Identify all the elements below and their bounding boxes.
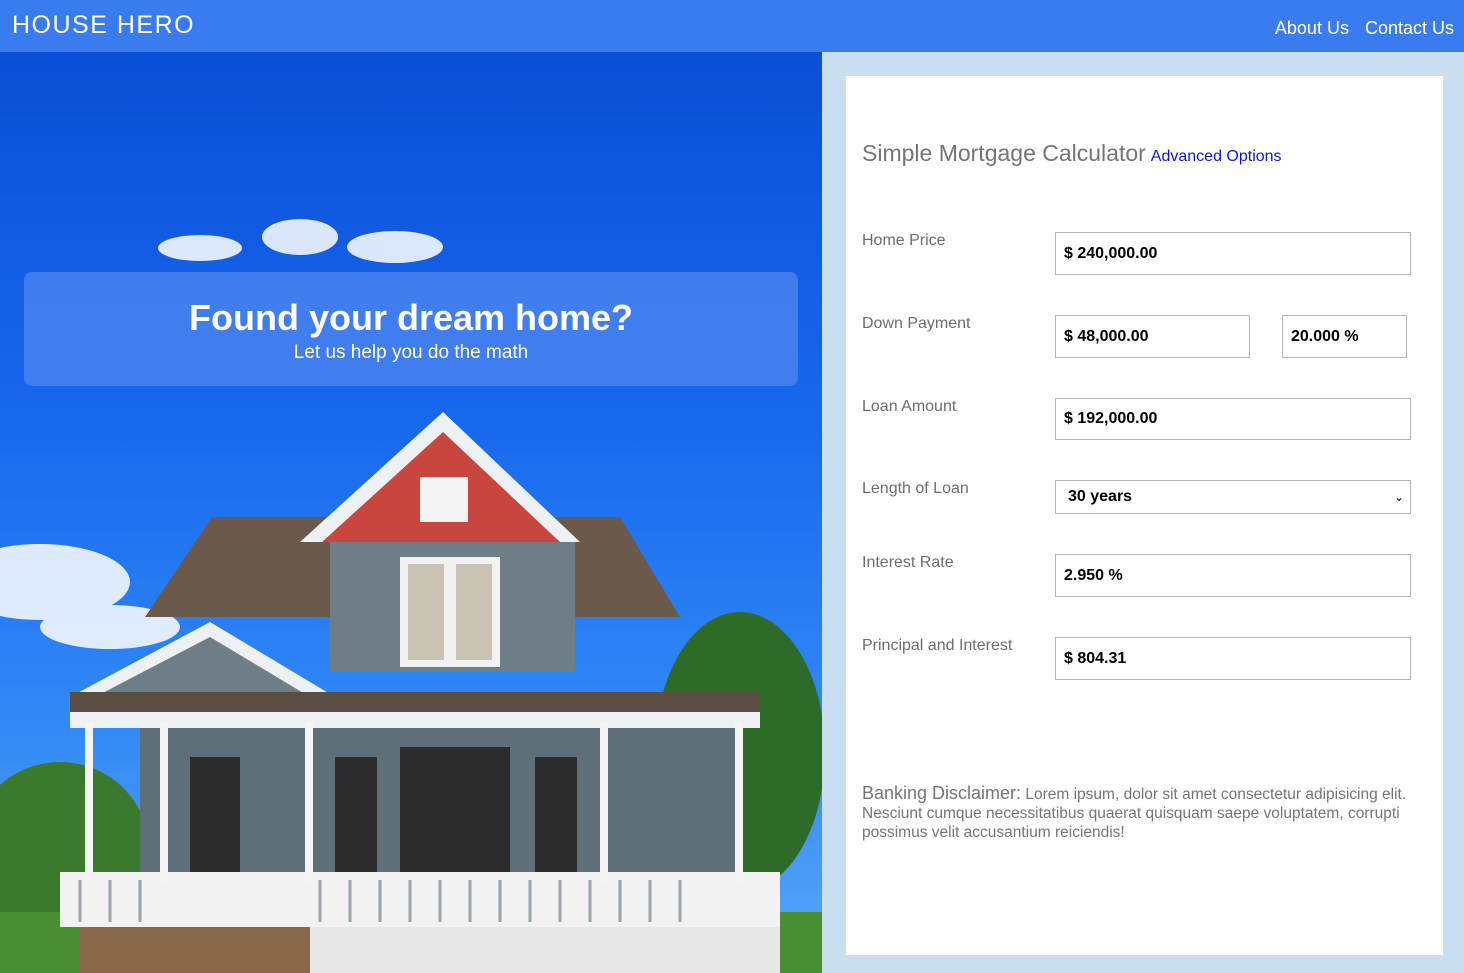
calculator-header: Simple Mortgage Calculator Advanced Opti… <box>862 140 1282 167</box>
length-of-loan-value: 30 years <box>1068 488 1133 505</box>
interest-rate-label: Interest Rate <box>862 554 954 571</box>
nav-links: About Us Contact Us <box>1275 18 1454 39</box>
home-price-label: Home Price <box>862 232 946 249</box>
down-payment-percent-input[interactable]: 20.000 % <box>1282 315 1407 358</box>
advanced-options-link[interactable]: Advanced Options <box>1151 148 1282 166</box>
length-of-loan-select[interactable]: 30 years ⌄ <box>1055 480 1411 514</box>
loan-amount-label: Loan Amount <box>862 398 957 415</box>
disclaimer-lead: Banking Disclaimer: <box>862 783 1022 803</box>
hero-title: Found your dream home? <box>188 297 634 338</box>
mortgage-calculator-panel: Simple Mortgage Calculator Advanced Opti… <box>846 76 1443 955</box>
length-of-loan-label: Length of Loan <box>862 480 969 497</box>
nav-contact-us-link[interactable]: Contact Us <box>1365 18 1454 39</box>
nav-about-us-link[interactable]: About Us <box>1275 18 1349 39</box>
house-illustration <box>0 219 822 973</box>
hero-subtitle: Let us help you do the math <box>293 342 529 363</box>
down-payment-label: Down Payment <box>862 315 971 332</box>
top-navbar: HOUSE HERO About Us Contact Us <box>0 0 1464 52</box>
down-payment-amount-input[interactable]: $ 48,000.00 <box>1055 315 1250 358</box>
interest-rate-input[interactable]: 2.950 % <box>1055 554 1411 597</box>
principal-interest-label: Principal and Interest <box>862 637 1013 654</box>
hero-image: Found your dream home? Let us help you d… <box>0 52 822 973</box>
banking-disclaimer: Banking Disclaimer: Lorem ipsum, dolor s… <box>862 784 1417 842</box>
chevron-down-icon: ⌄ <box>1393 490 1404 504</box>
brand-logo[interactable]: HOUSE HERO <box>12 11 195 40</box>
loan-amount-input[interactable]: $ 192,000.00 <box>1055 398 1411 440</box>
calculator-title: Simple Mortgage Calculator <box>862 140 1146 166</box>
home-price-input[interactable]: $ 240,000.00 <box>1055 232 1411 275</box>
principal-interest-output: $ 804.31 <box>1055 637 1411 680</box>
hero-banner: Found your dream home? Let us help you d… <box>24 272 798 386</box>
